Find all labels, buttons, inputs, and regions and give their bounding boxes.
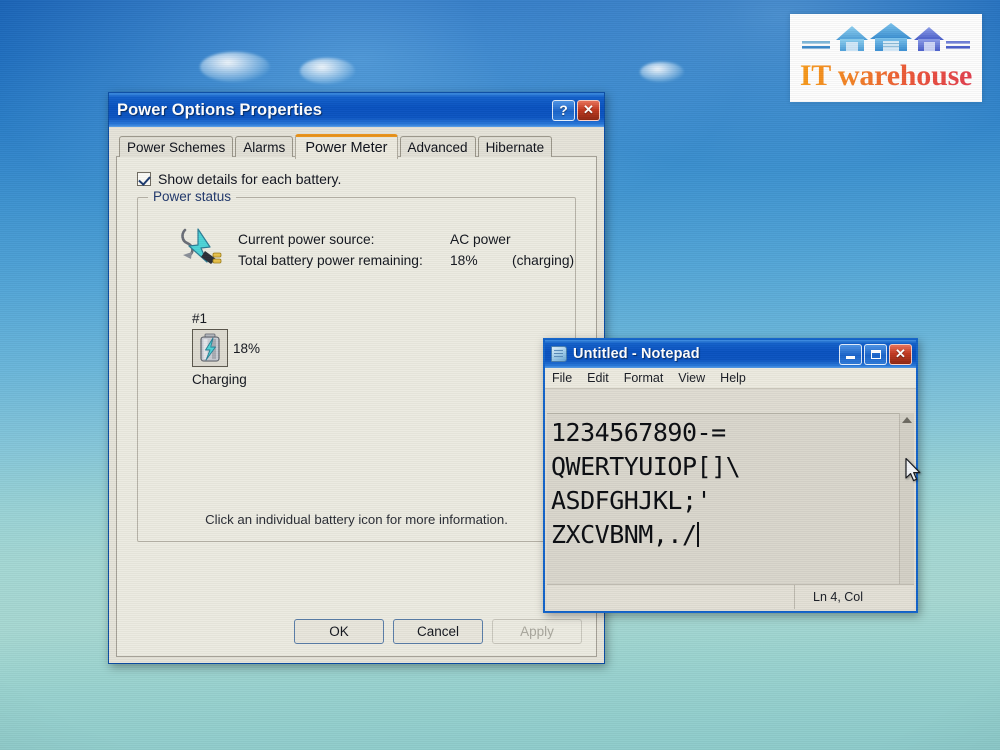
- battery-percent: 18%: [233, 340, 261, 356]
- text-line: ZXCVBNM,./: [551, 520, 697, 549]
- notepad-window-controls: ✕: [839, 343, 912, 365]
- battery-hint-text: Click an individual battery icon for mor…: [205, 512, 508, 527]
- tab-hibernate[interactable]: Hibernate: [477, 136, 553, 157]
- status-row-battery-remaining: Total battery power remaining: 18% (char…: [238, 250, 574, 271]
- menu-help[interactable]: Help: [720, 371, 746, 385]
- show-details-checkbox-row[interactable]: Show details for each battery.: [137, 171, 582, 187]
- notepad-text-area[interactable]: 1234567890-= QWERTYUIOP[]\ ASDFGHJKL;' Z…: [547, 413, 914, 584]
- wallpaper-cloud: [200, 52, 270, 82]
- tab-alarms[interactable]: Alarms: [235, 136, 294, 157]
- text-line-with-caret: ZXCVBNM,./: [551, 518, 914, 552]
- dialog-button-row: OK Cancel Apply: [117, 619, 582, 644]
- text-line: 1234567890-=: [551, 418, 726, 447]
- notepad-titlebar[interactable]: Untitled - Notepad ✕: [545, 340, 916, 368]
- cancel-button[interactable]: Cancel: [393, 619, 483, 644]
- status-line-col: Ln 4, Col: [794, 585, 914, 609]
- arrow-cursor: [905, 458, 921, 482]
- status-extra: (charging): [512, 253, 575, 268]
- power-dialog-titlebar[interactable]: Power Options Properties ? ✕: [109, 93, 604, 127]
- status-value: AC power: [450, 232, 511, 247]
- close-button[interactable]: ✕: [889, 343, 912, 365]
- status-label: Total battery power remaining:: [238, 253, 423, 268]
- notepad-vertical-scrollbar[interactable]: [899, 413, 914, 584]
- menu-format[interactable]: Format: [624, 371, 664, 385]
- wallpaper-cloud: [640, 62, 684, 82]
- ok-button[interactable]: OK: [294, 619, 384, 644]
- status-label: Current power source:: [238, 232, 375, 247]
- battery-icon[interactable]: [192, 329, 228, 367]
- battery-number-label: #1: [192, 311, 208, 326]
- power-dialog-title: Power Options Properties: [117, 100, 323, 119]
- close-button[interactable]: ✕: [577, 99, 600, 121]
- scroll-up-arrow-icon[interactable]: [902, 417, 912, 423]
- tab-power-meter[interactable]: Power Meter: [295, 134, 398, 159]
- tab-advanced[interactable]: Advanced: [399, 136, 476, 157]
- ac-plug-icon: [178, 226, 224, 273]
- menu-edit[interactable]: Edit: [587, 371, 609, 385]
- tab-power-schemes[interactable]: Power Schemes: [119, 136, 234, 157]
- status-row-power-source: Current power source: AC power: [238, 229, 574, 250]
- show-details-label: Show details for each battery.: [158, 171, 342, 187]
- help-button[interactable]: ?: [552, 99, 575, 121]
- battery-icon-row[interactable]: 18%: [192, 329, 312, 367]
- battery-state-label: Charging: [192, 372, 247, 387]
- notepad-title: Untitled - Notepad: [573, 346, 700, 362]
- power-source-block: Current power source: AC power Total bat…: [178, 226, 574, 273]
- power-dialog-window-controls: ? ✕: [552, 99, 600, 121]
- minimize-icon: [846, 355, 855, 359]
- notepad-icon: [551, 346, 567, 362]
- text-line: ASDFGHJKL;': [551, 486, 712, 515]
- menu-view[interactable]: View: [678, 371, 705, 385]
- battery-detail-block: #1 18% Charging: [192, 311, 312, 387]
- power-status-legend: Power status: [148, 189, 237, 204]
- notepad-window[interactable]: Untitled - Notepad ✕ File Edit Format Vi…: [543, 338, 918, 613]
- status-value: 18%: [450, 253, 478, 268]
- power-meter-tab-page: Show details for each battery. Power sta…: [116, 156, 597, 657]
- text-caret: [696, 522, 699, 547]
- apply-button: Apply: [492, 619, 582, 644]
- notepad-menubar: File Edit Format View Help: [545, 368, 916, 389]
- wallpaper-cloud: [300, 58, 355, 84]
- power-dialog-body: Power Schemes Alarms Power Meter Advance…: [109, 127, 604, 663]
- minimize-button[interactable]: [839, 343, 862, 365]
- power-status-groupbox: Power status Current power source: AC po…: [137, 189, 576, 542]
- text-line: QWERTYUIOP[]\: [551, 452, 741, 481]
- it-warehouse-logo: IT warehouse: [790, 14, 982, 102]
- power-options-properties-window[interactable]: Power Options Properties ? ✕ Power Schem…: [108, 92, 605, 664]
- warehouse-houses-icon: [802, 23, 970, 51]
- logo-wordmark: IT warehouse: [799, 59, 973, 92]
- maximize-icon: [870, 349, 881, 359]
- tabstrip: Power Schemes Alarms Power Meter Advance…: [116, 133, 597, 159]
- menu-file[interactable]: File: [552, 371, 572, 385]
- checkbox-checked-icon[interactable]: [137, 172, 151, 186]
- notepad-statusbar: Ln 4, Col: [547, 584, 914, 609]
- desktop-screen: Power Options Properties ? ✕ Power Schem…: [0, 0, 1000, 750]
- maximize-button[interactable]: [864, 343, 887, 365]
- power-status-text: Current power source: AC power Total bat…: [238, 226, 574, 273]
